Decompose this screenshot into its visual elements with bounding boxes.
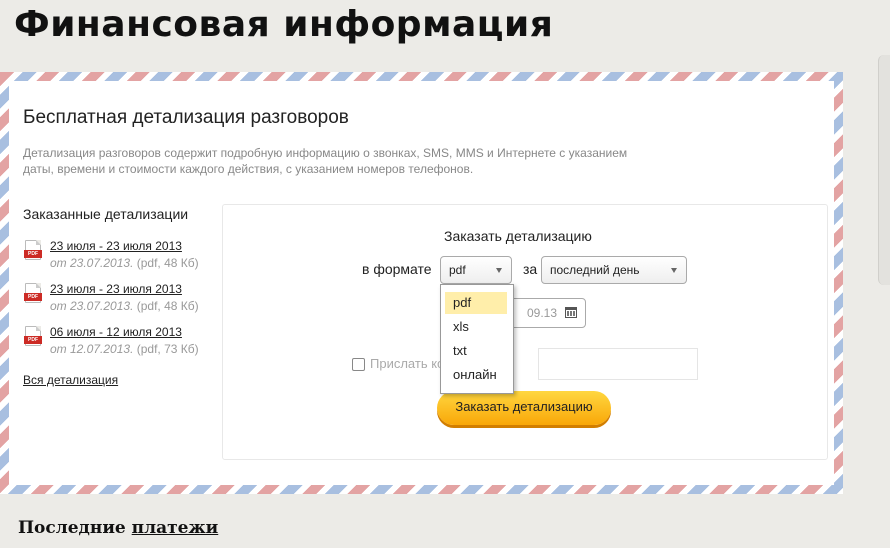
email-input[interactable] xyxy=(538,348,698,380)
detalization-meta: от 12.07.2013. (pdf, 73 Кб) xyxy=(50,340,223,358)
detalization-link[interactable]: 06 июля - 12 июля 2013 xyxy=(50,324,223,340)
detalization-link[interactable]: 23 июля - 23 июля 2013 xyxy=(50,238,223,254)
date-value: 09.13 xyxy=(526,306,557,320)
format-select-value: pdf xyxy=(449,263,466,277)
recent-payments-title: Последние платежи xyxy=(18,518,218,538)
detalization-meta: от 23.07.2013. (pdf, 48 Кб) xyxy=(50,297,223,315)
format-option-online[interactable]: онлайн xyxy=(445,364,507,386)
card-description: Детализация разговоров содержит подробну… xyxy=(23,146,628,176)
chevron-down-icon xyxy=(496,268,502,273)
period-select[interactable]: последний день xyxy=(541,256,687,284)
format-option-pdf[interactable]: pdf xyxy=(445,292,507,314)
pdf-file-icon: PDF xyxy=(24,283,42,303)
detalization-file-info: (pdf, 48 Кб) xyxy=(136,256,199,270)
period-label: за xyxy=(523,261,538,277)
chevron-down-icon xyxy=(671,268,677,273)
detalization-card: Бесплатная детализация разговоров Детали… xyxy=(9,81,834,485)
list-item: PDF 06 июля - 12 июля 2013 от 12.07.2013… xyxy=(23,324,223,367)
ordered-detalizations-list: PDF 23 июля - 23 июля 2013 от 23.07.2013… xyxy=(23,238,223,367)
pdf-file-icon: PDF xyxy=(24,326,42,346)
detalization-date: от 23.07.2013. xyxy=(50,299,134,313)
format-select[interactable]: pdf xyxy=(440,256,512,284)
all-detalization-link[interactable]: Вся детализация xyxy=(23,373,118,387)
detalization-date: от 23.07.2013. xyxy=(50,256,134,270)
side-panel-edge xyxy=(878,55,890,285)
order-form-panel: Заказать детализацию в формате pdf за по… xyxy=(222,204,828,460)
calendar-icon[interactable] xyxy=(565,307,577,318)
list-item: PDF 23 июля - 23 июля 2013 от 23.07.2013… xyxy=(23,238,223,281)
ordered-detalizations-title: Заказанные детализации xyxy=(23,206,189,222)
card-title: Бесплатная детализация разговоров xyxy=(23,107,349,128)
detalization-link[interactable]: 23 июля - 23 июля 2013 xyxy=(50,281,223,297)
detalization-date: от 12.07.2013. xyxy=(50,342,134,356)
pdf-file-icon: PDF xyxy=(24,240,42,260)
page-title: Финансовая информация xyxy=(14,4,554,45)
send-email-label-start: Прислать ко xyxy=(370,356,445,371)
period-select-value: последний день xyxy=(550,263,640,277)
detalization-meta: от 23.07.2013. (pdf, 48 Кб) xyxy=(50,254,223,272)
envelope-border: Бесплатная детализация разговоров Детали… xyxy=(0,72,843,494)
detalization-file-info: (pdf, 48 Кб) xyxy=(136,299,199,313)
send-email-checkbox[interactable] xyxy=(352,358,365,371)
format-dropdown: pdf xls txt онлайн xyxy=(440,284,514,394)
order-form-title: Заказать детализацию xyxy=(444,228,592,244)
format-option-xls[interactable]: xls xyxy=(445,316,507,338)
date-input[interactable]: 09.13 xyxy=(506,298,586,328)
recent-payments-prefix: Последние xyxy=(18,518,126,538)
format-option-txt[interactable]: txt xyxy=(445,340,507,362)
list-item: PDF 23 июля - 23 июля 2013 от 23.07.2013… xyxy=(23,281,223,324)
order-detalization-button[interactable]: Заказать детализацию xyxy=(437,391,611,425)
payments-link[interactable]: платежи xyxy=(132,518,219,538)
detalization-file-info: (pdf, 73 Кб) xyxy=(136,342,199,356)
format-label: в формате xyxy=(362,261,432,277)
